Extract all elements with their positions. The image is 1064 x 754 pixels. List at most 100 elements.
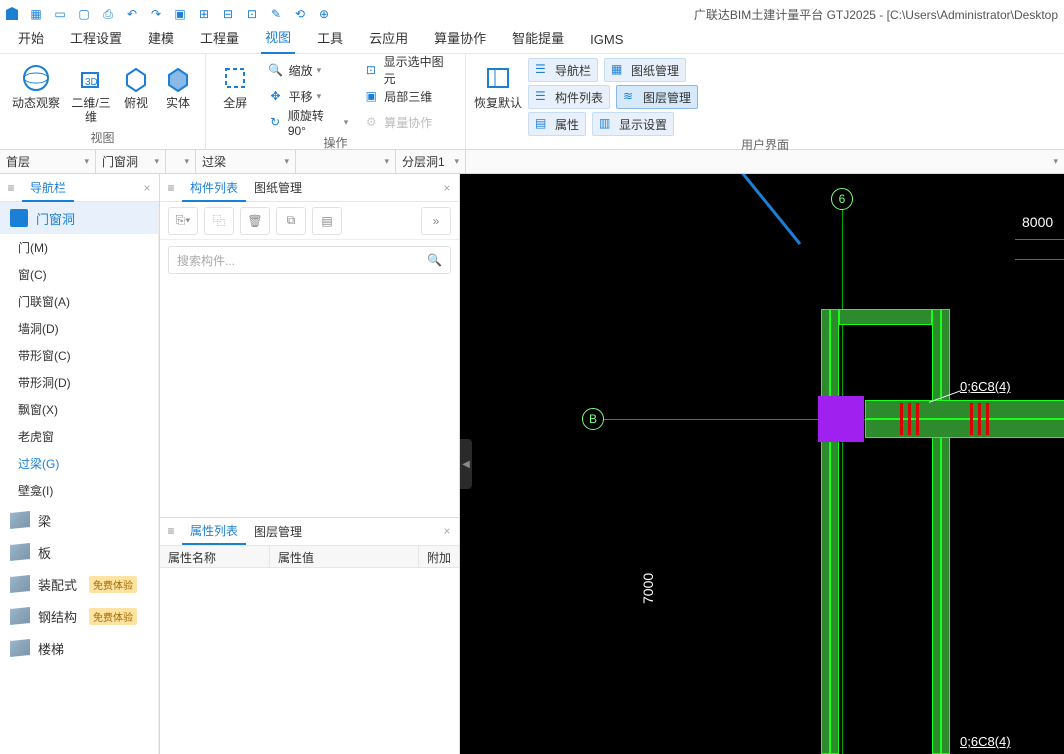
globe-icon — [20, 62, 52, 94]
rotate90-button[interactable]: ↻顺旋转90°▾ — [263, 110, 353, 134]
zoom-button[interactable]: 🔍缩放▾ — [263, 58, 353, 82]
nav-group-door-window[interactable]: 门窗洞 — [0, 202, 158, 234]
floor-dropdown[interactable]: 首层▾ — [0, 150, 96, 173]
new-icon[interactable]: ▭ — [50, 4, 70, 24]
tab-coop[interactable]: 算量协作 — [430, 24, 490, 53]
folder-icon — [10, 209, 28, 227]
pan-button[interactable]: ✥平移▾ — [263, 84, 353, 108]
nav-item-selected[interactable]: 过梁(G) — [0, 450, 158, 477]
tab-smart[interactable]: 智能提量 — [508, 24, 568, 53]
column[interactable] — [818, 396, 864, 442]
2d3d-button[interactable]: 3D 二维/三维 — [70, 58, 112, 124]
tab-igms[interactable]: IGMS — [586, 28, 627, 53]
top-view-button[interactable]: 俯视 — [118, 58, 154, 110]
redo-icon[interactable]: ↷ — [146, 4, 166, 24]
close-nav-button[interactable]: × — [135, 181, 159, 195]
layer-extra[interactable]: ▾ — [466, 150, 1064, 173]
tool1-icon[interactable]: ▣ — [170, 4, 190, 24]
rebar — [970, 403, 973, 435]
expand-button[interactable]: » — [421, 207, 451, 235]
layermgr-toggle[interactable]: ≋图层管理 — [616, 85, 698, 109]
axis-line-v — [842, 192, 843, 754]
tab-quantity[interactable]: 工程量 — [196, 24, 243, 53]
annotation: 0;6C8(4) — [960, 734, 1011, 749]
tool3-icon[interactable]: ⊟ — [218, 4, 238, 24]
close-complist-button[interactable]: × — [435, 181, 459, 195]
tool4-icon[interactable]: ⊡ — [242, 4, 262, 24]
undo-icon[interactable]: ↶ — [122, 4, 142, 24]
tool2-icon[interactable]: ⊞ — [194, 4, 214, 24]
tool6-icon[interactable]: ⟲ — [290, 4, 310, 24]
axis-bubble-6: 6 — [831, 188, 853, 210]
mid-panel: ≡ 构件列表 图纸管理 × ⎘▾ ⿻ 🗑 ⧉ ▤ » 搜索构件... 🔍 ≡ 属… — [160, 174, 460, 754]
search-placeholder: 搜索构件... — [177, 252, 235, 269]
list-icon: ☰ — [535, 62, 551, 78]
save-icon[interactable]: ⎙ — [98, 4, 118, 24]
nav-cat-stair[interactable]: 楼梯 — [0, 632, 158, 664]
dynamic-observe-button[interactable]: 动态观察 — [8, 58, 64, 110]
props-toggle[interactable]: ▤属性 — [528, 112, 586, 136]
svg-text:3D: 3D — [85, 77, 98, 88]
local3d-button[interactable]: ▣局部三维 — [358, 84, 457, 108]
layer-button[interactable]: ▤ — [312, 207, 342, 235]
nav-item[interactable]: 老虎窗 — [0, 423, 158, 450]
drawing-canvas[interactable]: ◀ 6 B 8000 7000 0;6C8(4) — [460, 174, 1064, 754]
layermgr-tab[interactable]: 图层管理 — [246, 518, 310, 545]
proplist-tab[interactable]: 属性列表 — [182, 518, 246, 545]
pin-icon[interactable]: ≡ — [160, 181, 182, 195]
navbar-toggle[interactable]: ☰导航栏 — [528, 58, 598, 82]
tab-start[interactable]: 开始 — [14, 24, 48, 53]
category-dropdown[interactable]: 门窗洞▾ — [96, 150, 166, 173]
dup-button[interactable]: ⧉ — [276, 207, 306, 235]
layout-icon — [482, 62, 514, 94]
nav-item[interactable]: 门(M) — [0, 234, 158, 261]
wall-centerline — [829, 309, 831, 409]
show-selected-button[interactable]: ⊡显示选中图元 — [358, 58, 457, 82]
nav-cat-steel[interactable]: 钢结构免费体验 — [0, 600, 158, 632]
subtype-extra[interactable]: ▾ — [296, 150, 396, 173]
category-extra[interactable]: ▾ — [166, 150, 196, 173]
annotation: 0;6C8(4) — [960, 379, 1011, 394]
nav-item[interactable]: 飘窗(X) — [0, 396, 158, 423]
layer-dropdown[interactable]: 分层洞1▾ — [396, 150, 466, 173]
open-icon[interactable]: ▢ — [74, 4, 94, 24]
complist-tab[interactable]: 构件列表 — [182, 175, 246, 202]
select-icon[interactable]: ▦ — [26, 4, 46, 24]
nav-item[interactable]: 带形洞(D) — [0, 369, 158, 396]
tool7-icon[interactable]: ⊕ — [314, 4, 334, 24]
new-comp-button[interactable]: ⎘▾ — [168, 207, 198, 235]
pin-icon[interactable]: ≡ — [0, 181, 22, 195]
solid-button[interactable]: 实体 — [160, 58, 196, 110]
tree-icon: ☰ — [535, 89, 551, 105]
nav-item[interactable]: 窗(C) — [0, 261, 158, 288]
copy-button[interactable]: ⿻ — [204, 207, 234, 235]
tab-tools[interactable]: 工具 — [313, 24, 347, 53]
restore-default-button[interactable]: 恢复默认 — [474, 58, 522, 110]
drawmgr-toggle[interactable]: ▦图纸管理 — [604, 58, 686, 82]
tab-model[interactable]: 建模 — [144, 24, 178, 53]
search-input[interactable]: 搜索构件... 🔍 — [168, 246, 451, 274]
tab-project[interactable]: 工程设置 — [66, 24, 126, 53]
nav-panel: ≡ 导航栏 × 门窗洞 门(M) 窗(C) 门联窗(A) 墙洞(D) 带形窗(C… — [0, 174, 160, 754]
complist-toggle[interactable]: ☰构件列表 — [528, 85, 610, 109]
nav-cat-prefab[interactable]: 装配式免费体验 — [0, 568, 158, 600]
pin-icon[interactable]: ≡ — [160, 524, 182, 538]
nav-item[interactable]: 墙洞(D) — [0, 315, 158, 342]
drawmgr-tab[interactable]: 图纸管理 — [246, 174, 310, 201]
close-proplist-button[interactable]: × — [435, 524, 459, 538]
collapse-handle[interactable]: ◀ — [460, 439, 472, 489]
nav-item[interactable]: 带形窗(C) — [0, 342, 158, 369]
tool5-icon[interactable]: ✎ — [266, 4, 286, 24]
tab-cloud[interactable]: 云应用 — [365, 24, 412, 53]
props-icon: ▤ — [535, 116, 551, 132]
delete-button[interactable]: 🗑 — [240, 207, 270, 235]
wall-h1[interactable] — [839, 309, 932, 325]
subtype-dropdown[interactable]: 过梁▾ — [196, 150, 296, 173]
nav-cat-beam[interactable]: 梁 — [0, 504, 158, 536]
nav-item[interactable]: 门联窗(A) — [0, 288, 158, 315]
fullscreen-button[interactable]: 全屏 — [214, 58, 257, 110]
tab-view[interactable]: 视图 — [261, 23, 295, 54]
nav-item[interactable]: 壁龛(I) — [0, 477, 158, 504]
nav-cat-slab[interactable]: 板 — [0, 536, 158, 568]
dispset-toggle[interactable]: ▥显示设置 — [592, 112, 674, 136]
